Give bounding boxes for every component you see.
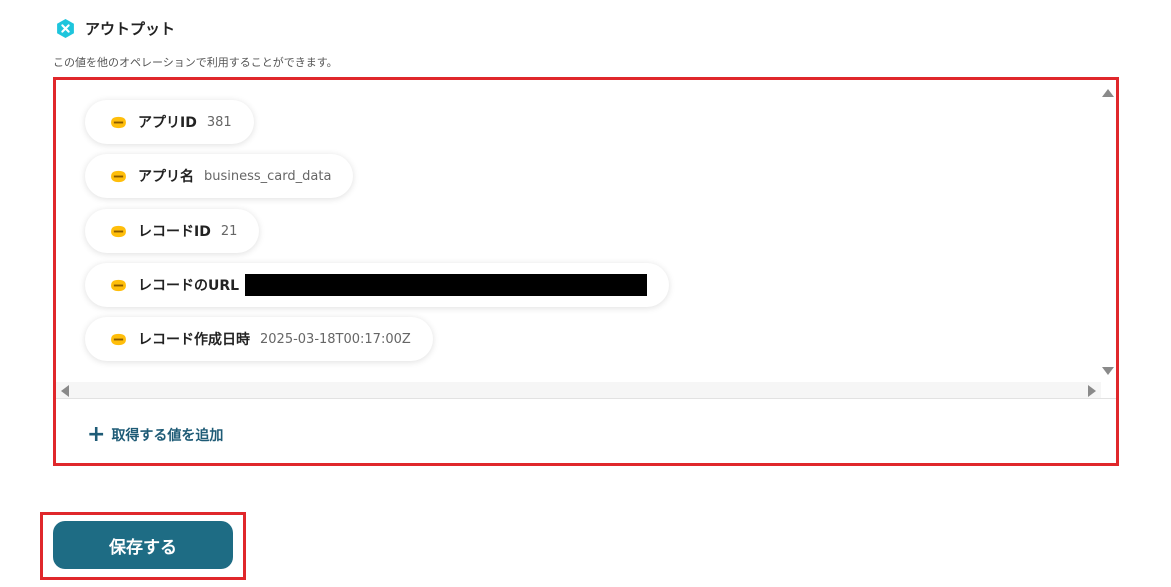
output-chip-app-id[interactable]: アプリID 381 [85,100,254,144]
output-value: 21 [220,223,238,239]
scroll-right-arrow-icon[interactable] [1088,385,1096,397]
scroll-left-arrow-icon[interactable] [61,385,69,397]
output-value: business_card_data [204,168,332,184]
add-value-button[interactable]: + 取得する値を追加 [87,424,223,446]
output-label: レコードID [138,224,211,240]
output-label: アプリID [138,115,197,131]
redacted-value [245,274,648,296]
output-chip-record-url[interactable]: レコードのURL [85,263,670,307]
section-description: この値を他のオペレーションで利用することができます。 [53,56,338,69]
kintone-icon [111,116,126,128]
output-label: レコードのURL [138,278,240,294]
output-value: 2025-03-18T00:17:00Z [260,331,411,347]
divider [56,398,1116,399]
horizontal-scrollbar[interactable] [56,382,1101,398]
kintone-icon [111,225,126,237]
scroll-down-arrow-icon[interactable] [1102,367,1114,375]
output-chip-record-created[interactable]: レコード作成日時 2025-03-18T00:17:00Z [85,317,433,361]
section-header: アウトプット [55,18,175,39]
output-chip-record-id[interactable]: レコードID 21 [85,209,260,253]
yoom-x-icon [57,19,74,38]
output-label: アプリ名 [138,169,194,185]
plus-icon: + [87,422,106,447]
kintone-icon [111,333,126,345]
kintone-icon [111,170,126,182]
save-button[interactable]: 保存する [53,521,233,569]
output-chip-app-name[interactable]: アプリ名 business_card_data [85,154,354,198]
output-value: 381 [206,114,232,130]
scroll-up-arrow-icon[interactable] [1102,89,1114,97]
output-list-box: アプリID 381 アプリ名 business_card_data レコードID… [53,77,1119,466]
output-label: レコード作成日時 [138,332,250,348]
output-scroll-area[interactable]: アプリID 381 アプリ名 business_card_data レコードID… [56,80,1101,398]
add-value-label: 取得する値を追加 [111,428,224,444]
section-title: アウトプット [85,20,176,38]
kintone-icon [111,279,126,291]
